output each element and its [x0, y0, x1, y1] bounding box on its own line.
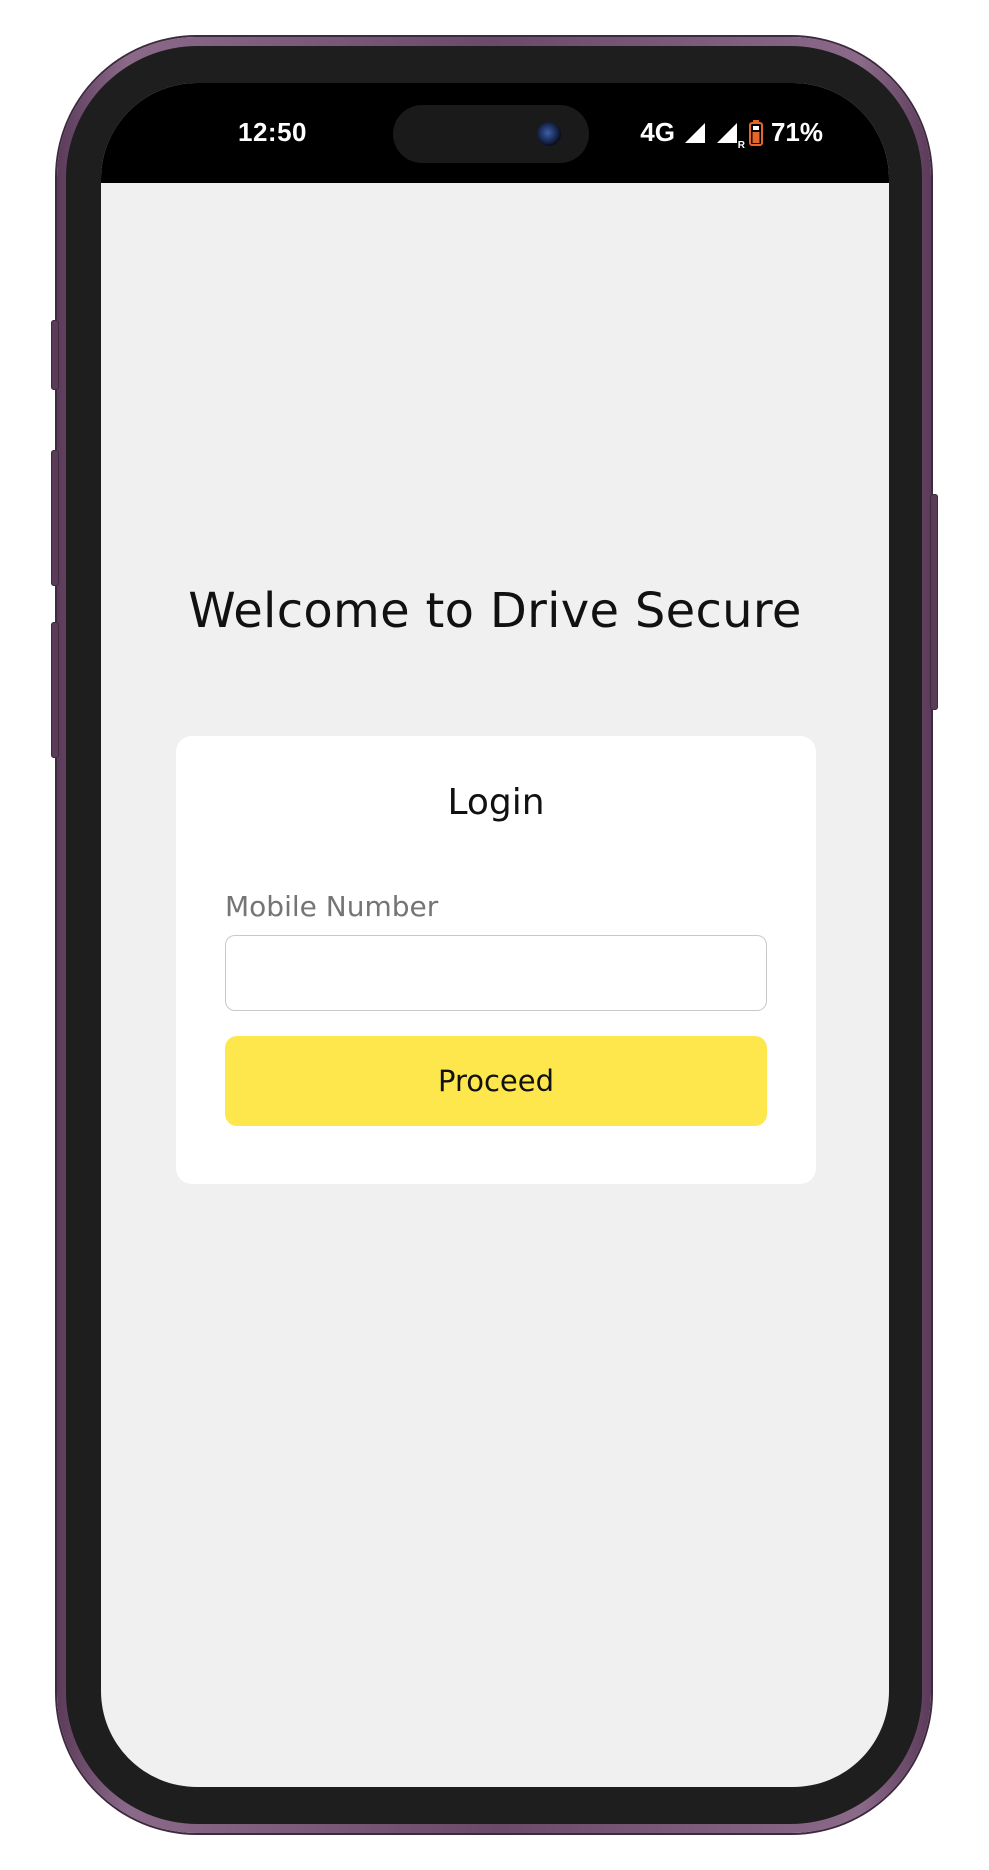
battery-icon	[748, 119, 763, 146]
screen: 12:50 4G R 71% Welcome to Drive Secure L…	[101, 83, 889, 1787]
status-time: 12:50	[238, 117, 307, 147]
camera-cutout	[393, 105, 589, 163]
signal-icon	[684, 122, 705, 143]
power-button	[930, 494, 938, 710]
mobile-number-input[interactable]	[225, 935, 767, 1011]
page-title: Welcome to Drive Secure	[188, 583, 802, 639]
camera-lens-icon	[537, 122, 561, 146]
login-card: Login Mobile Number Proceed	[176, 736, 816, 1184]
status-indicators: 4G R 71%	[640, 117, 823, 151]
status-bar: 12:50 4G R 71%	[101, 83, 889, 183]
mute-switch	[51, 320, 59, 390]
volume-down-button	[51, 622, 59, 758]
login-heading: Login	[447, 782, 545, 823]
volume-up-button	[51, 450, 59, 586]
network-type: 4G	[640, 117, 675, 147]
proceed-button[interactable]: Proceed	[225, 1036, 767, 1126]
battery-percent: 71%	[770, 117, 823, 147]
mobile-number-label: Mobile Number	[225, 890, 439, 923]
signal-roaming-icon: R	[715, 121, 745, 151]
roaming-indicator: R	[737, 139, 745, 151]
